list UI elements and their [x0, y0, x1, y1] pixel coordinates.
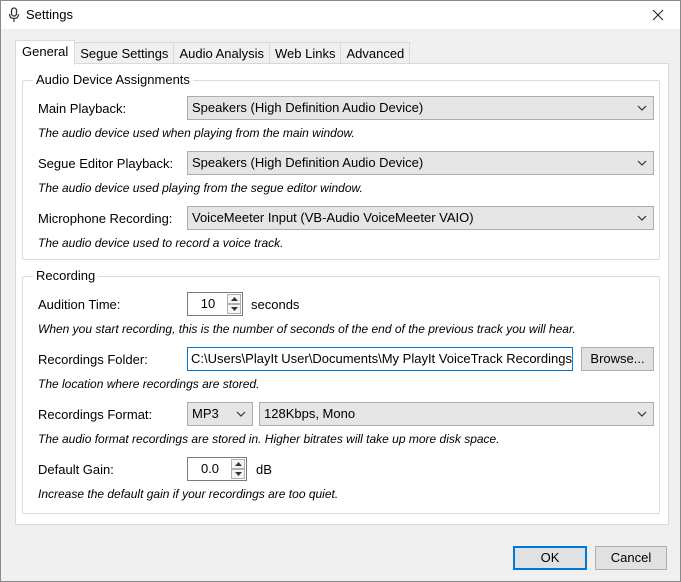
default-gain-value: 0.0 — [200, 461, 220, 476]
default-gain-spinner[interactable]: 0.0 — [187, 457, 247, 481]
general-tab-panel: Audio Device Assignments Main Playback: … — [15, 63, 669, 525]
settings-window: Settings General Segue Settings Audio An… — [0, 0, 681, 582]
spin-down-icon[interactable] — [231, 469, 245, 479]
audition-time-spinner[interactable]: 10 — [187, 292, 243, 316]
audio-devices-group: Audio Device Assignments Main Playback: … — [22, 72, 660, 260]
close-button[interactable] — [638, 1, 678, 29]
quality-value: 128Kbps, Mono — [264, 406, 356, 421]
chevron-down-icon — [235, 403, 247, 425]
cancel-button[interactable]: Cancel — [595, 546, 667, 570]
recordings-folder-hint: The location where recordings are stored… — [38, 377, 260, 391]
audio-devices-group-label: Audio Device Assignments — [33, 72, 193, 88]
chevron-down-icon — [636, 403, 648, 425]
recordings-format-label: Recordings Format: — [38, 407, 153, 422]
tab-advanced[interactable]: Advanced — [340, 42, 411, 64]
main-playback-label: Main Playback: — [38, 101, 127, 116]
main-playback-select[interactable]: Speakers (High Definition Audio Device) — [187, 96, 654, 120]
main-playback-hint: The audio device used when playing from … — [38, 126, 355, 140]
spin-down-icon[interactable] — [227, 304, 241, 314]
microphone-hint: The audio device used to record a voice … — [38, 236, 284, 250]
recordings-format-hint: The audio format recordings are stored i… — [38, 432, 500, 446]
spin-up-icon[interactable] — [227, 294, 241, 304]
recordings-folder-input[interactable]: C:\Users\PlayIt User\Documents\My PlayIt… — [187, 347, 573, 371]
chevron-down-icon — [636, 152, 648, 174]
browse-button[interactable]: Browse... — [581, 347, 654, 371]
ok-button[interactable]: OK — [513, 546, 587, 570]
chevron-down-icon — [636, 207, 648, 229]
segue-playback-value: Speakers (High Definition Audio Device) — [192, 155, 424, 170]
segue-playback-select[interactable]: Speakers (High Definition Audio Device) — [187, 151, 654, 175]
microphone-icon — [8, 7, 20, 22]
segue-playback-hint: The audio device used playing from the s… — [38, 181, 363, 195]
close-icon — [652, 9, 664, 21]
recordings-folder-value: C:\Users\PlayIt User\Documents\My PlayIt… — [191, 351, 572, 366]
segue-playback-label: Segue Editor Playback: — [38, 156, 174, 171]
microphone-select[interactable]: VoiceMeeter Input (VB-Audio VoiceMeeter … — [187, 206, 654, 230]
audition-time-label: Audition Time: — [38, 297, 121, 312]
default-gain-label: Default Gain: — [38, 462, 114, 477]
main-playback-value: Speakers (High Definition Audio Device) — [192, 100, 424, 115]
recording-group: Recording Audition Time: 10 seconds When… — [22, 268, 660, 514]
codec-value: MP3 — [192, 406, 219, 421]
microphone-value: VoiceMeeter Input (VB-Audio VoiceMeeter … — [192, 210, 474, 225]
tab-audio-analysis[interactable]: Audio Analysis — [173, 42, 270, 64]
title-bar: Settings — [1, 1, 680, 29]
tab-general[interactable]: General — [15, 40, 76, 65]
microphone-label: Microphone Recording: — [38, 211, 173, 226]
audition-time-value: 10 — [200, 296, 216, 311]
audition-time-unit: seconds — [251, 297, 300, 312]
recording-group-label: Recording — [33, 268, 99, 284]
default-gain-unit: dB — [256, 462, 272, 477]
quality-select[interactable]: 128Kbps, Mono — [259, 402, 654, 426]
spin-up-icon[interactable] — [231, 459, 245, 469]
tab-segue-settings[interactable]: Segue Settings — [74, 42, 175, 64]
tab-strip: General Segue Settings Audio Analysis We… — [15, 40, 411, 65]
window-title: Settings — [26, 7, 73, 22]
codec-select[interactable]: MP3 — [187, 402, 253, 426]
chevron-down-icon — [636, 97, 648, 119]
audition-time-hint: When you start recording, this is the nu… — [38, 322, 576, 336]
recordings-folder-label: Recordings Folder: — [38, 352, 148, 367]
default-gain-hint: Increase the default gain if your record… — [38, 487, 339, 501]
tab-web-links[interactable]: Web Links — [269, 42, 342, 64]
